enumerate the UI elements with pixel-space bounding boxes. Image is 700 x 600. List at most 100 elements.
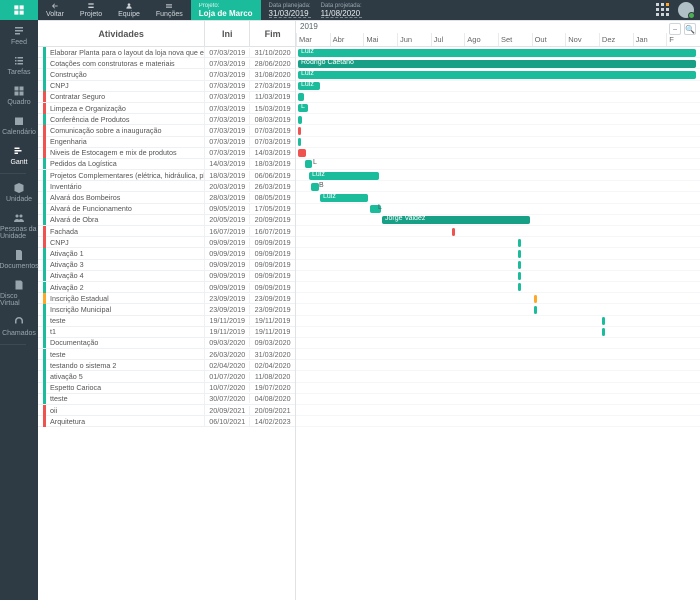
table-row[interactable]: Alvará de Funcionamento09/05/201917/05/2… — [38, 204, 295, 215]
table-row[interactable]: CNPJ09/09/201909/09/2019 — [38, 237, 295, 248]
gantt-bar[interactable] — [518, 261, 521, 269]
gantt-bar[interactable] — [602, 328, 605, 336]
table-row[interactable]: Comunicação sobre a inauguração07/03/201… — [38, 125, 295, 136]
table-row[interactable]: Inventário20/03/201926/03/2019 — [38, 181, 295, 192]
gantt-bar[interactable] — [518, 272, 521, 280]
roles-button[interactable]: Funções — [148, 0, 191, 20]
gantt-bar[interactable] — [298, 138, 301, 146]
gantt-bar[interactable] — [518, 239, 521, 247]
gantt-bar[interactable]: B — [311, 183, 319, 191]
table-row[interactable]: Inscrição Estadual23/09/201923/09/2019 — [38, 293, 295, 304]
avatar[interactable] — [678, 2, 694, 18]
sidebar-item-feed[interactable]: Feed — [0, 20, 38, 50]
table-row[interactable]: Espetto Carioca10/07/202019/07/2020 — [38, 383, 295, 394]
col-fim[interactable]: Fim — [250, 21, 295, 46]
table-row[interactable]: CNPJ07/03/201927/03/2019 — [38, 81, 295, 92]
sidebar-item-tasks[interactable]: Tarefas — [0, 50, 38, 80]
cell-fim: 19/11/2019 — [250, 327, 295, 336]
table-row[interactable]: Niveis de Estocagem e mix de produtos07/… — [38, 148, 295, 159]
table-row[interactable]: Limpeza e Organização07/03/201915/03/201… — [38, 103, 295, 114]
activity-name: CNPJ — [50, 238, 69, 247]
sidebar-item-people[interactable]: Pessoas da Unidade — [0, 207, 38, 244]
apps-menu-icon[interactable] — [656, 3, 670, 17]
sidebar-item-docs[interactable]: Documentos — [0, 244, 38, 274]
table-row[interactable]: Arquitetura06/10/202114/02/2023 — [38, 416, 295, 427]
team-button[interactable]: Equipe — [110, 0, 148, 20]
table-row[interactable]: testando o sistema 202/04/202002/04/2020 — [38, 360, 295, 371]
table-row[interactable]: Pedidos da Logística14/03/201918/03/2019 — [38, 159, 295, 170]
table-row[interactable]: teste26/03/202031/03/2020 — [38, 349, 295, 360]
gantt-bar[interactable] — [298, 116, 302, 124]
table-row[interactable]: ativação 501/07/202011/08/2020 — [38, 371, 295, 382]
gantt-bar[interactable]: Luiz — [298, 49, 696, 57]
cell-ini: 07/03/2019 — [205, 126, 250, 135]
table-row[interactable]: Projetos Complementares (elétrica, hidrá… — [38, 170, 295, 181]
cell-ini: 07/03/2019 — [205, 104, 250, 113]
gantt-bar[interactable] — [518, 250, 521, 258]
sidebar-item-board[interactable]: Quadro — [0, 80, 38, 110]
activity-name: Ativação 4 — [50, 271, 84, 280]
gantt-bar[interactable] — [534, 306, 537, 314]
table-row[interactable]: t119/11/201919/11/2019 — [38, 327, 295, 338]
gantt-row: Luiz — [296, 170, 700, 181]
table-row[interactable]: Conferência de Produtos07/03/201908/03/2… — [38, 114, 295, 125]
table-row[interactable]: Ativação 409/09/201909/09/2019 — [38, 271, 295, 282]
table-row[interactable]: Inscrição Municipal23/09/201923/09/2019 — [38, 304, 295, 315]
sidebar-item-disk[interactable]: Disco Virtual — [0, 274, 38, 311]
gantt-bar[interactable] — [534, 295, 537, 303]
gantt-bar[interactable] — [602, 317, 605, 325]
table-row[interactable]: Alvará de Obra20/05/201920/09/2019 — [38, 215, 295, 226]
table-row[interactable]: Documentação09/03/202009/03/2020 — [38, 338, 295, 349]
sidebar-item-calendar[interactable]: Calendário — [0, 110, 38, 140]
sidebar-item-tickets[interactable]: Chamados — [0, 311, 38, 341]
gantt-bar[interactable]: L — [298, 104, 308, 112]
gantt-body[interactable]: LuizRodrigo CaetanoLuizLuizLLLuizBLuizLJ… — [296, 47, 700, 600]
activity-name: Pedidos da Logística — [50, 159, 117, 168]
sidebar-item-unit[interactable]: Unidade — [0, 177, 38, 207]
cell-ini: 28/03/2019 — [205, 193, 250, 202]
table-row[interactable]: Alvará dos Bombeiros28/03/201908/05/2019 — [38, 192, 295, 203]
cell-ini: 26/03/2020 — [205, 350, 250, 359]
table-row[interactable]: Cotações com construtoras e materiais07/… — [38, 58, 295, 69]
gantt-bar[interactable]: L — [305, 160, 312, 168]
back-button[interactable]: Voltar — [38, 0, 72, 20]
table-row[interactable]: Ativação 309/09/201909/09/2019 — [38, 260, 295, 271]
table-row[interactable]: Ativação 109/09/201909/09/2019 — [38, 248, 295, 259]
gantt-bar[interactable]: Rodrigo Caetano — [298, 60, 696, 68]
table-row[interactable]: tteste30/07/202004/08/2020 — [38, 394, 295, 405]
app-logo[interactable] — [0, 0, 38, 20]
col-ini[interactable]: Ini — [205, 21, 250, 46]
cell-fim: 08/05/2019 — [250, 193, 295, 202]
cell-ini: 07/03/2019 — [205, 115, 250, 124]
gantt-bar[interactable] — [298, 127, 301, 135]
gantt-bar[interactable]: Luiz — [298, 71, 696, 79]
table-row[interactable]: Elaborar Planta para o layout da loja no… — [38, 47, 295, 58]
project-badge[interactable]: Projeto: Loja de Marco — [191, 0, 261, 20]
gantt-bar[interactable] — [298, 93, 304, 101]
table-row[interactable]: Ativação 209/09/201909/09/2019 — [38, 282, 295, 293]
gantt-bar[interactable] — [452, 228, 455, 236]
zoom-in-button[interactable]: 🔍 — [684, 23, 696, 35]
table-row[interactable]: oii20/09/202120/09/2021 — [38, 405, 295, 416]
gantt-bar[interactable] — [518, 283, 521, 291]
team-label: Equipe — [118, 11, 140, 18]
project-button[interactable]: Projeto — [72, 0, 110, 20]
zoom-out-button[interactable]: − — [669, 23, 681, 35]
gantt-bar[interactable]: L — [370, 205, 381, 213]
activity-name: Conferência de Produtos — [50, 115, 130, 124]
gantt-bar[interactable] — [298, 149, 306, 157]
table-row[interactable]: Fachada16/07/201916/07/2019 — [38, 226, 295, 237]
col-activity[interactable]: Atividades — [38, 21, 205, 46]
cell-ini: 23/09/2019 — [205, 305, 250, 314]
gantt-row — [296, 137, 700, 148]
table-row[interactable]: teste19/11/201919/11/2019 — [38, 316, 295, 327]
table-row[interactable]: Contratar Seguro07/03/201911/03/2019 — [38, 92, 295, 103]
table-row[interactable]: Engenharia07/03/201907/03/2019 — [38, 137, 295, 148]
gantt-bar[interactable]: Luiz — [320, 194, 368, 202]
sidebar-item-gantt[interactable]: Gantt — [0, 140, 38, 170]
table-row[interactable]: Construção07/03/201931/08/2020 — [38, 69, 295, 80]
activity-name: tteste — [50, 394, 68, 403]
gantt-bar[interactable]: Luiz — [298, 82, 320, 90]
gantt-bar[interactable]: Luiz — [309, 172, 379, 180]
gantt-bar[interactable]: Jorge Valdez — [382, 216, 530, 224]
